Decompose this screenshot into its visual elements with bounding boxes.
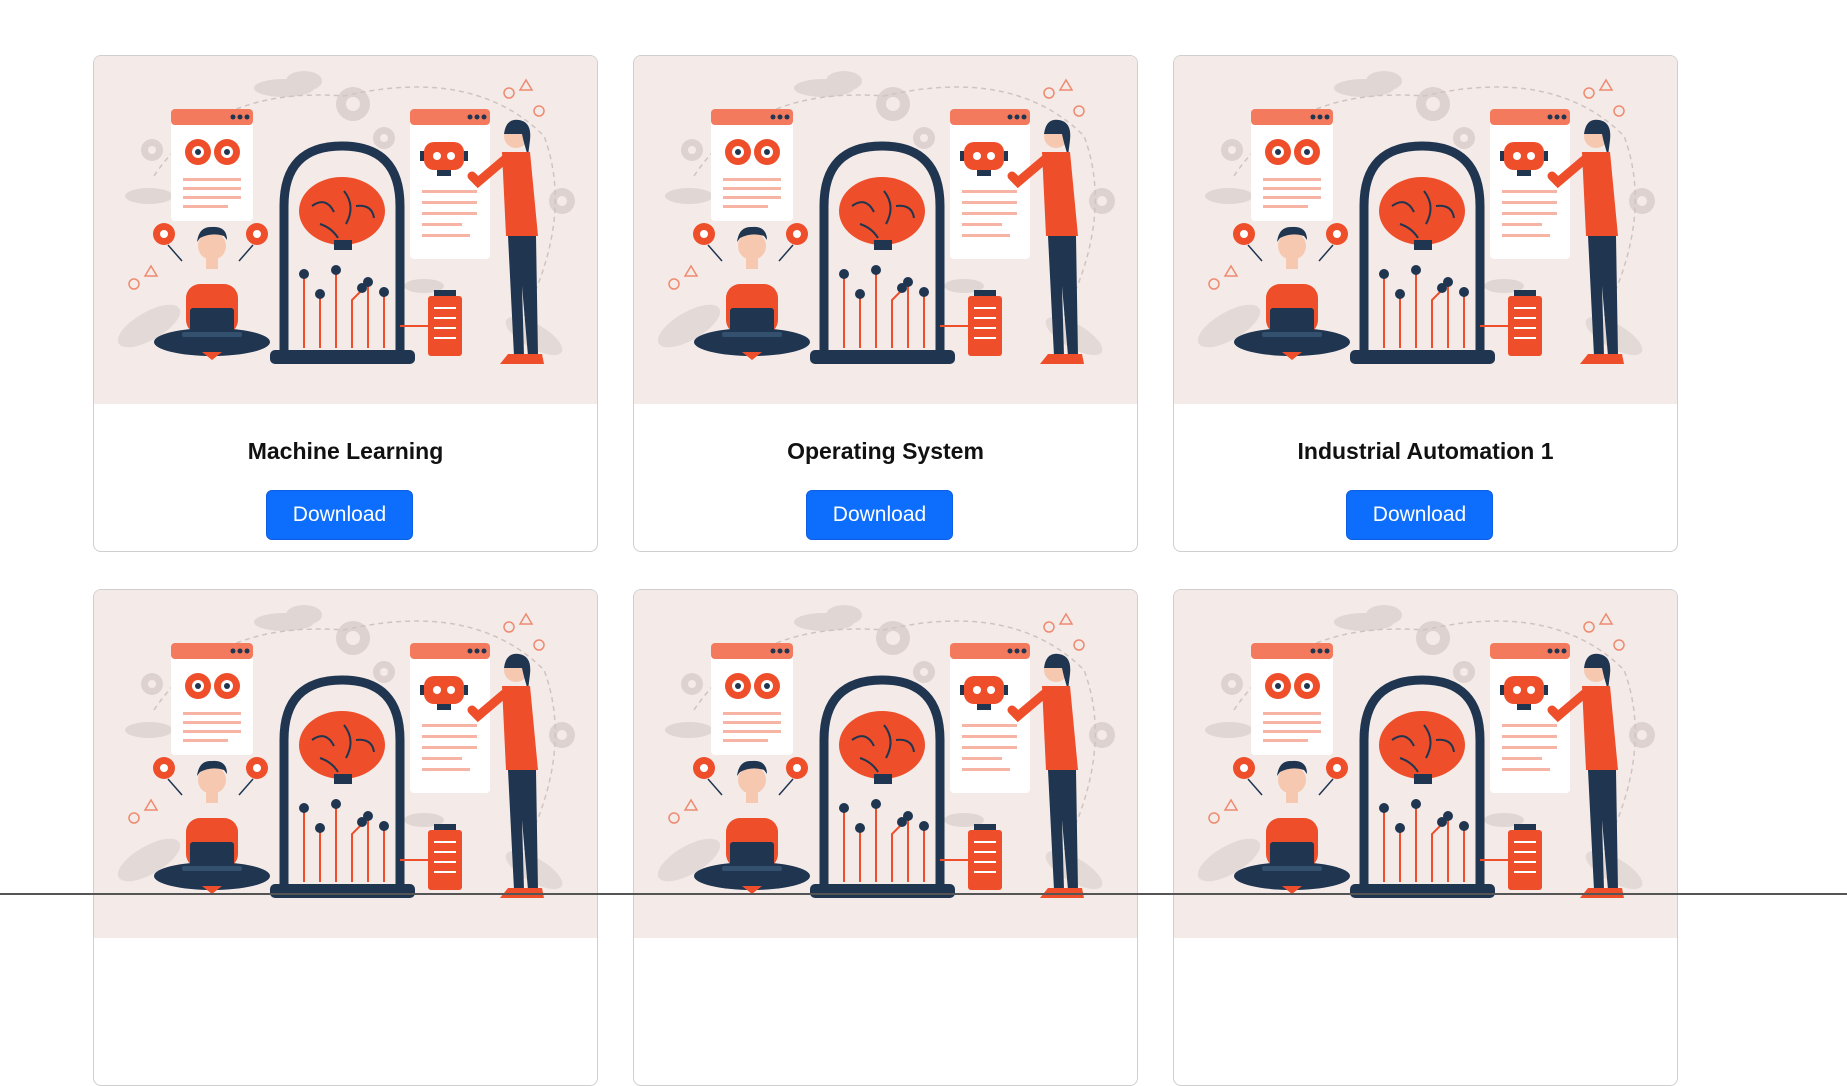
card-title: Machine Learning bbox=[247, 438, 444, 464]
course-illustration bbox=[1174, 590, 1677, 938]
card-body: Machine Learning Download bbox=[94, 404, 597, 551]
course-illustration bbox=[634, 590, 1137, 938]
course-card bbox=[633, 589, 1138, 1086]
course-card: Operating System Download bbox=[633, 55, 1138, 552]
card-title: Operating System bbox=[787, 438, 984, 464]
card-body: Operating System Download bbox=[634, 404, 1137, 551]
course-illustration bbox=[94, 56, 597, 404]
course-card: Industrial Automation 1 Download bbox=[1173, 55, 1678, 552]
ai-illustration-icon bbox=[1174, 590, 1678, 938]
course-illustration bbox=[634, 56, 1137, 404]
ai-illustration-icon bbox=[634, 56, 1138, 404]
ai-illustration-icon bbox=[94, 56, 598, 404]
ai-illustration-icon bbox=[1174, 56, 1678, 404]
download-button[interactable]: Download bbox=[806, 490, 953, 540]
card-title: Industrial Automation 1 bbox=[1297, 438, 1554, 464]
download-button[interactable]: Download bbox=[1346, 490, 1493, 540]
course-illustration bbox=[94, 590, 597, 938]
course-card bbox=[1173, 589, 1678, 1086]
course-card: Machine Learning Download bbox=[93, 55, 598, 552]
course-illustration bbox=[1174, 56, 1677, 404]
ai-illustration-icon bbox=[94, 590, 598, 938]
download-button[interactable]: Download bbox=[266, 490, 413, 540]
course-card-grid: Machine Learning Download Operating Syst… bbox=[93, 55, 1678, 1086]
ai-illustration-icon bbox=[634, 590, 1138, 938]
card-body: Industrial Automation 1 Download bbox=[1174, 404, 1677, 551]
course-card bbox=[93, 589, 598, 1086]
